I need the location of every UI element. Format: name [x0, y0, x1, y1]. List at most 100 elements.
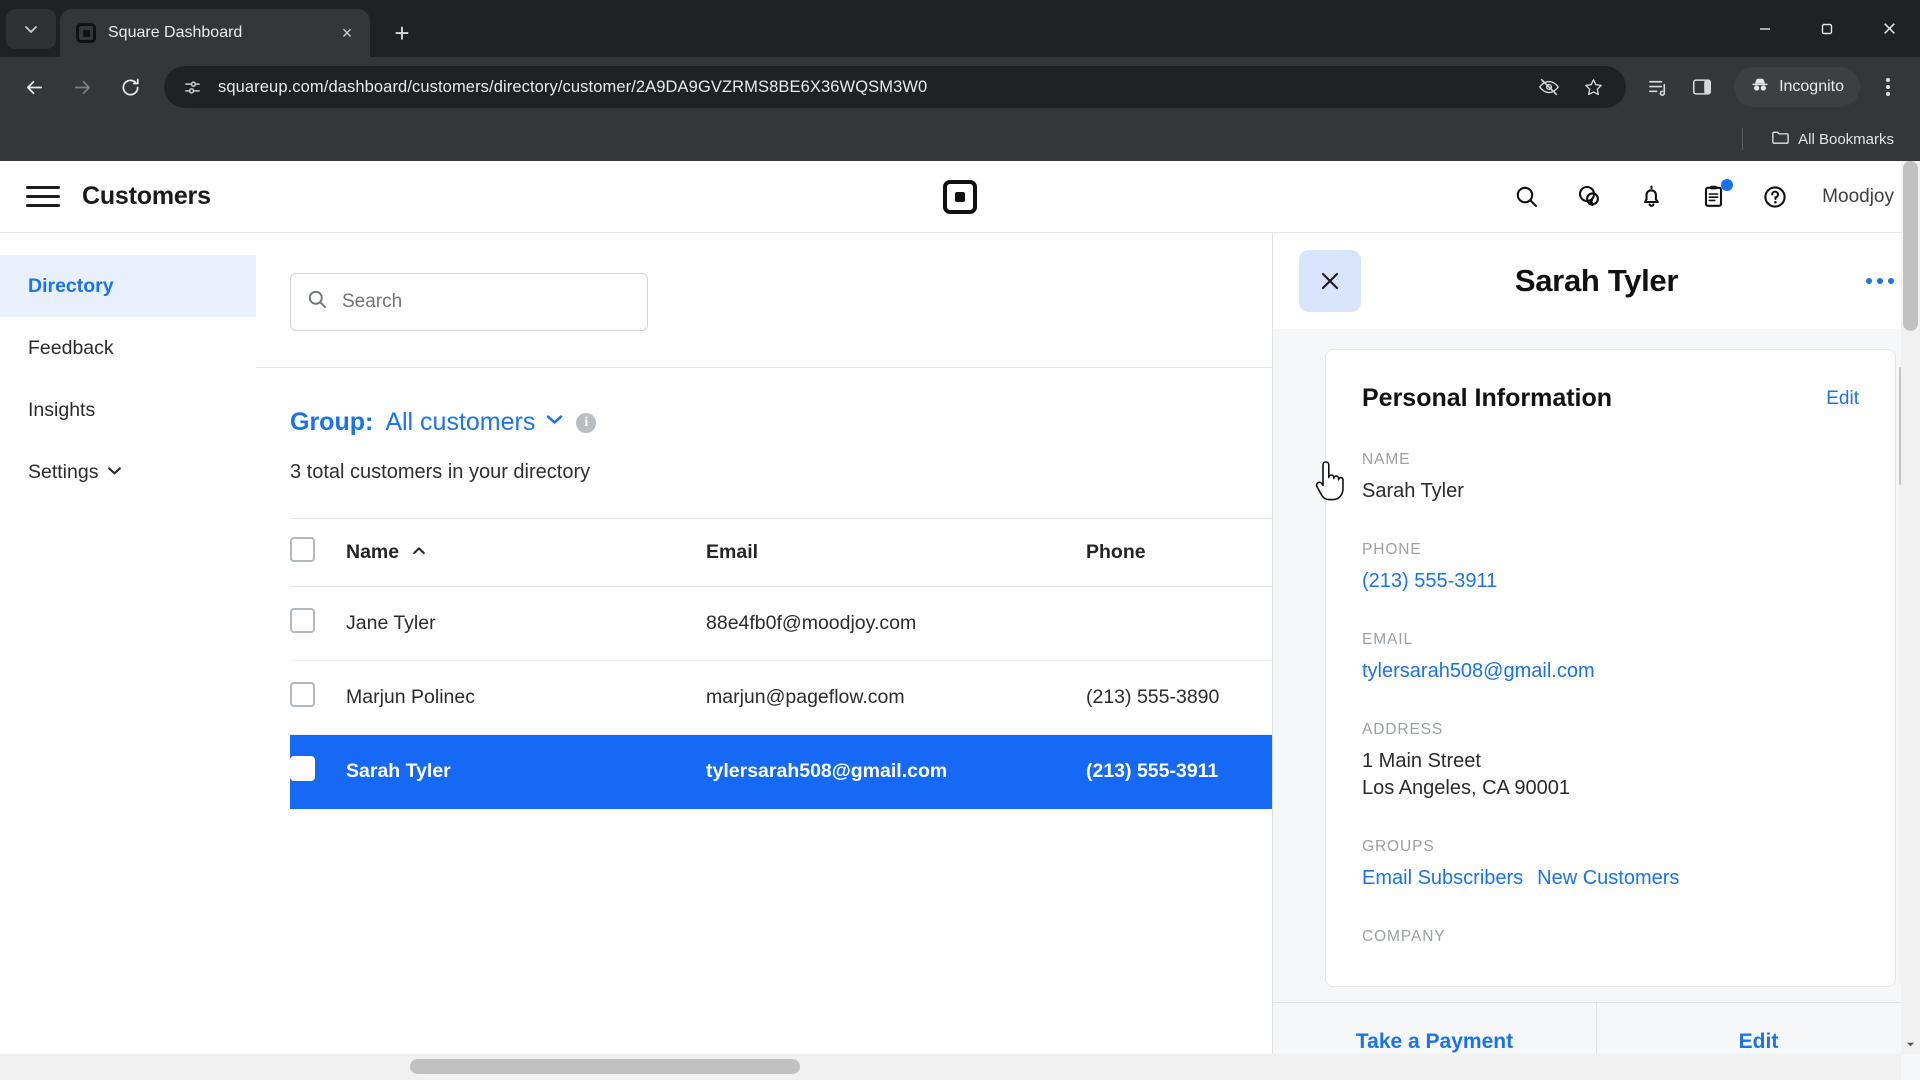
reading-list-icon[interactable]: [1638, 67, 1678, 107]
sidebar-item-directory[interactable]: Directory: [0, 255, 256, 317]
reload-button[interactable]: [108, 65, 152, 109]
field-label: ADDRESS: [1362, 721, 1444, 738]
card-header: Personal Information Edit: [1362, 384, 1859, 413]
omnibox-actions: [1534, 72, 1612, 102]
tab-title: Square Dashboard: [108, 24, 243, 41]
minimize-button[interactable]: [1734, 0, 1796, 57]
browser-menu-button[interactable]: [1868, 65, 1908, 109]
search-placeholder: Search: [342, 291, 403, 312]
detail-panel-body: Personal Information Edit NAME Sarah Tyl…: [1273, 329, 1920, 1002]
field-value-link[interactable]: (213) 555-3911: [1362, 570, 1859, 593]
browser-tab[interactable]: Square Dashboard ×: [60, 9, 370, 57]
field-label: COMPANY: [1362, 928, 1446, 945]
sidebar: Directory Feedback Insights Settings: [0, 233, 256, 1080]
close-icon[interactable]: [1299, 250, 1361, 312]
clipboard-icon[interactable]: [1698, 178, 1734, 212]
tab-strip: Square Dashboard × +: [0, 0, 1920, 57]
row-checkbox[interactable]: [290, 608, 315, 633]
field-value-link[interactable]: tylersarah508@gmail.com: [1362, 660, 1859, 683]
hamburger-icon[interactable]: [26, 186, 60, 207]
field-email: EMAIL tylersarah508@gmail.com: [1362, 631, 1859, 683]
eye-slash-icon[interactable]: [1534, 72, 1564, 102]
incognito-icon: [1750, 75, 1770, 100]
folder-icon: [1771, 128, 1790, 151]
sidebar-item-insights[interactable]: Insights: [0, 379, 256, 441]
notifications-bell-icon[interactable]: [1636, 182, 1666, 212]
chevron-down-icon[interactable]: [545, 410, 564, 435]
row-checkbox[interactable]: [290, 682, 315, 707]
search-input[interactable]: Search: [290, 273, 648, 331]
incognito-indicator[interactable]: Incognito: [1734, 67, 1860, 107]
detail-panel-header: Sarah Tyler: [1273, 233, 1920, 329]
column-header-email[interactable]: Email: [706, 518, 1086, 587]
new-tab-button[interactable]: +: [384, 15, 420, 51]
side-panel-icon[interactable]: [1682, 67, 1722, 107]
customer-detail-panel: Sarah Tyler Personal Information Edit NA…: [1272, 233, 1920, 1080]
info-icon[interactable]: i: [576, 412, 597, 433]
personal-information-card: Personal Information Edit NAME Sarah Tyl…: [1325, 349, 1896, 987]
select-all-checkbox[interactable]: [290, 537, 315, 562]
more-options-icon[interactable]: [1866, 278, 1894, 284]
row-checkbox-cell: [290, 660, 346, 735]
cell-email: tylersarah508@gmail.com: [706, 734, 1086, 809]
page-vertical-scrollbar[interactable]: [1901, 161, 1920, 1054]
tab-search-chevron-icon[interactable]: [6, 9, 56, 49]
tab-close-icon[interactable]: ×: [334, 20, 360, 46]
app-header: Customers Moodjoy: [0, 161, 1920, 233]
web-page: Customers Moodjoy Directory Feedback Ins…: [0, 161, 1920, 1080]
search-icon[interactable]: [1512, 182, 1542, 212]
sidebar-item-label: Settings: [28, 460, 99, 483]
page-title: Customers: [82, 182, 211, 210]
window-controls: [1734, 0, 1920, 57]
sidebar-item-feedback[interactable]: Feedback: [0, 317, 256, 379]
sidebar-item-settings[interactable]: Settings: [0, 441, 256, 503]
incognito-label: Incognito: [1779, 78, 1844, 95]
edit-link[interactable]: Edit: [1826, 388, 1859, 410]
detail-customer-name: Sarah Tyler: [1514, 263, 1679, 298]
search-icon: [307, 289, 328, 315]
page-settings-icon[interactable]: [178, 73, 206, 101]
star-icon[interactable]: [1578, 72, 1608, 102]
scroll-down-icon[interactable]: [1901, 1035, 1920, 1054]
sidebar-item-label: Insights: [28, 398, 96, 421]
help-icon[interactable]: [1760, 182, 1790, 212]
column-label: Name: [346, 541, 400, 563]
field-label: EMAIL: [1362, 631, 1414, 648]
row-checkbox-cell: [290, 734, 346, 809]
maximize-button[interactable]: [1796, 0, 1858, 57]
cell-name: Jane Tyler: [346, 586, 706, 661]
field-value-line1: 1 Main Street: [1362, 750, 1481, 772]
field-label: NAME: [1362, 451, 1411, 468]
sort-ascending-icon: [412, 544, 426, 561]
window-close-button[interactable]: [1858, 0, 1920, 57]
status-badge: [1721, 178, 1734, 191]
field-label: PHONE: [1362, 541, 1422, 558]
address-bar[interactable]: squareup.com/dashboard/customers/directo…: [164, 66, 1627, 108]
group-value[interactable]: All customers: [385, 408, 535, 437]
select-all-header: [290, 518, 346, 587]
page-horizontal-scrollbar[interactable]: [0, 1054, 1901, 1080]
group-chip[interactable]: New Customers: [1537, 867, 1679, 890]
card-title: Personal Information: [1362, 384, 1613, 412]
cell-email: marjun@pageflow.com: [706, 660, 1086, 735]
app-body: Directory Feedback Insights Settings Sea…: [0, 233, 1920, 1080]
header-actions: Moodjoy: [1512, 178, 1894, 212]
scrollbar-thumb[interactable]: [1903, 161, 1918, 331]
column-header-name[interactable]: Name: [346, 518, 706, 587]
all-bookmarks-button[interactable]: All Bookmarks: [1763, 122, 1902, 157]
group-chip[interactable]: Email Subscribers: [1362, 867, 1523, 890]
browser-toolbar: squareup.com/dashboard/customers/directo…: [0, 57, 1920, 117]
all-bookmarks-label: All Bookmarks: [1798, 130, 1894, 148]
back-button[interactable]: [12, 65, 56, 109]
account-name[interactable]: Moodjoy: [1822, 186, 1894, 208]
info-glyph: i: [584, 414, 589, 430]
group-label: Group:: [290, 408, 374, 436]
field-value-line2: Los Angeles, CA 90001: [1362, 777, 1570, 799]
browser-window: Square Dashboard × + squareup.com/dashbo…: [0, 0, 1920, 1080]
field-company: COMPANY: [1362, 928, 1859, 946]
field-address: ADDRESS 1 Main Street Los Angeles, CA 90…: [1362, 721, 1859, 800]
forward-button[interactable]: [60, 65, 104, 109]
scrollbar-thumb[interactable]: [410, 1059, 800, 1074]
row-checkbox[interactable]: [290, 756, 315, 781]
messages-icon[interactable]: [1574, 182, 1604, 212]
